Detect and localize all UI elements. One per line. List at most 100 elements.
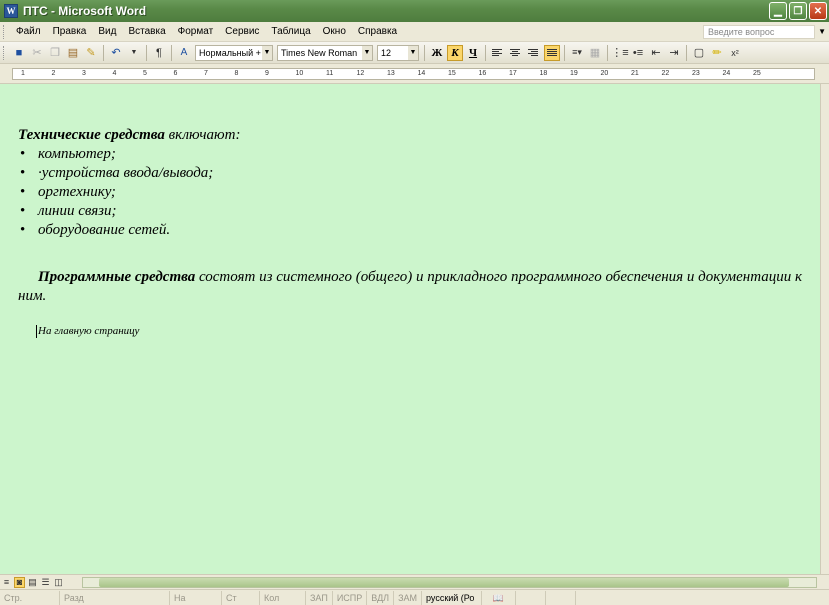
status-ext[interactable]: ВДЛ <box>367 590 395 605</box>
ruler-number: 23 <box>692 70 700 77</box>
horizontal-scrollbar[interactable] <box>82 577 817 588</box>
status-bar: Стр. Разд На Ст Кол ЗАП ИСПР ВДЛ ЗАМ рус… <box>0 589 829 605</box>
ruler-number: 22 <box>661 70 670 77</box>
home-link[interactable]: На главную страницу <box>36 324 818 338</box>
word-icon[interactable]: W <box>4 4 18 18</box>
chevron-down-icon[interactable]: ▼ <box>408 45 418 60</box>
align-center-icon[interactable] <box>508 45 524 61</box>
menu-bar: Файл Правка Вид Вставка Формат Сервис Та… <box>0 22 829 42</box>
ruler-number: 3 <box>82 70 86 77</box>
style-select-value: Нормальный + 1 <box>199 47 269 58</box>
chevron-down-icon[interactable]: ▼ <box>262 45 272 60</box>
ruler-number: 17 <box>509 70 517 77</box>
status-rec[interactable]: ЗАП <box>306 590 333 605</box>
maximize-button[interactable]: ❐ <box>789 2 807 20</box>
align-left-icon[interactable] <box>490 45 506 61</box>
ruler-number: 18 <box>539 70 548 77</box>
menu-format[interactable]: Формат <box>172 26 220 37</box>
undo-icon[interactable]: ↶ <box>108 45 124 61</box>
save-icon[interactable]: ■ <box>11 45 27 61</box>
undo-dropdown-icon[interactable]: ▼ <box>126 45 142 61</box>
ruler[interactable]: 1 2 3 4 5 6 7 8 9 10 11 12 13 14 15 16 17 18 19 20 21 22 23 24 2… <box>0 64 829 84</box>
chevron-down-icon[interactable]: ▼ <box>362 45 372 60</box>
document-page[interactable]: Технические средства включают: компьютер… <box>0 84 820 574</box>
ruler-number: 9 <box>265 70 269 77</box>
horizontal-scroll-thumb[interactable] <box>99 578 789 587</box>
ruler-number: 5 <box>143 70 147 77</box>
outline-view-icon[interactable]: ☰ <box>40 577 51 588</box>
menu-grip[interactable] <box>3 24 6 39</box>
copy-icon[interactable]: ❐ <box>47 45 63 61</box>
decrease-indent-icon[interactable]: ⇤ <box>648 45 664 61</box>
toolbar-separator <box>146 44 147 61</box>
status-empty-2 <box>546 590 577 605</box>
menu-insert[interactable]: Вставка <box>122 26 171 37</box>
table-grid-icon[interactable]: ▦ <box>587 45 603 61</box>
menu-help[interactable]: Справка <box>352 26 403 37</box>
line-spacing-icon[interactable]: ≡▾ <box>569 45 585 61</box>
align-right-icon[interactable] <box>526 45 542 61</box>
normal-view-icon[interactable]: ≡ <box>1 577 12 588</box>
border-icon[interactable]: ▢ <box>691 45 707 61</box>
web-view-icon[interactable]: ◙ <box>14 576 25 588</box>
home-link-label: На главную страницу <box>38 325 140 337</box>
menu-tools[interactable]: Сервис <box>219 26 265 37</box>
menu-edit[interactable]: Правка <box>47 26 93 37</box>
ruler-number: 2 <box>51 70 56 77</box>
italic-button[interactable]: К <box>447 44 463 61</box>
status-line: Ст <box>222 590 260 605</box>
highlight-icon[interactable]: ✏ <box>709 45 725 61</box>
chevron-down-icon[interactable]: ▼ <box>818 27 826 36</box>
status-trk[interactable]: ИСПР <box>333 590 368 605</box>
text-cursor <box>36 324 37 338</box>
print-layout-icon[interactable]: ▤ <box>27 577 38 588</box>
font-size-select[interactable]: 12 ▼ <box>377 44 419 61</box>
underline-button[interactable]: Ч <box>465 45 481 61</box>
bullets-icon[interactable]: •≡ <box>630 45 646 61</box>
menu-view[interactable]: Вид <box>92 26 122 37</box>
font-size-value: 12 <box>381 47 392 58</box>
spelling-status-icon[interactable]: 📖 <box>482 590 517 605</box>
style-select[interactable]: Нормальный + 1 ▼ <box>195 44 273 61</box>
menu-window[interactable]: Окно <box>317 26 352 37</box>
ask-question-input[interactable]: Введите вопрос <box>703 25 815 39</box>
format-painter-icon[interactable]: ✎ <box>83 45 99 61</box>
list-item: оргтехнику; <box>18 183 818 202</box>
menu-table[interactable]: Таблица <box>265 26 316 37</box>
ruler-number: 12 <box>356 70 365 77</box>
formatting-toolbar: ■ ✂ ❐ ▤ ✎ ↶ ▼ ¶ A Нормальный + 1 ▼ Times… <box>0 42 829 64</box>
reading-view-icon[interactable]: ◫ <box>53 577 64 588</box>
increase-indent-icon[interactable]: ⇥ <box>666 45 682 61</box>
ruler-strip[interactable]: 1 2 3 4 5 6 7 8 9 10 11 12 13 14 15 16 17 18 19 20 21 22 23 24 2… <box>12 68 815 80</box>
ruler-number: 19 <box>570 70 578 77</box>
styles-icon[interactable]: A <box>176 45 192 61</box>
document-body[interactable]: Технические средства включают: компьютер… <box>18 126 818 338</box>
status-empty-1 <box>516 590 547 605</box>
superscript-button[interactable]: x² <box>727 45 743 61</box>
ruler-number: 20 <box>600 70 609 77</box>
heading-technical: Технические средства <box>18 127 165 143</box>
pilcrow-icon[interactable]: ¶ <box>151 45 167 61</box>
paragraph-software: Программные средства состоят из системно… <box>18 268 818 306</box>
list-item: линии связи; <box>18 202 818 221</box>
bullet-list: компьютер; ·устройства ввода/вывода; орг… <box>18 145 818 240</box>
font-select[interactable]: Times New Roman ▼ <box>277 44 373 61</box>
numbering-icon[interactable]: ⋮≡ <box>611 45 628 61</box>
ruler-number: 21 <box>631 70 639 77</box>
cut-icon[interactable]: ✂ <box>29 45 45 61</box>
status-ovr[interactable]: ЗАМ <box>394 590 423 605</box>
menu-file[interactable]: Файл <box>10 26 47 37</box>
status-col: Кол <box>260 590 306 605</box>
toolbar-separator <box>103 44 104 61</box>
status-section: Разд <box>60 590 170 605</box>
bold-button[interactable]: Ж <box>429 45 445 61</box>
justify-icon[interactable] <box>544 44 560 61</box>
paste-icon[interactable]: ▤ <box>65 45 81 61</box>
title-bar: W ПТС - Microsoft Word ▁ ❐ ✕ <box>0 0 829 22</box>
close-button[interactable]: ✕ <box>809 2 827 20</box>
status-language[interactable]: русский (Ро <box>422 590 483 605</box>
toolbar-grip[interactable] <box>3 45 6 60</box>
toolbar-separator <box>564 44 565 61</box>
vertical-scrollbar[interactable] <box>820 84 829 574</box>
minimize-button[interactable]: ▁ <box>769 2 787 20</box>
